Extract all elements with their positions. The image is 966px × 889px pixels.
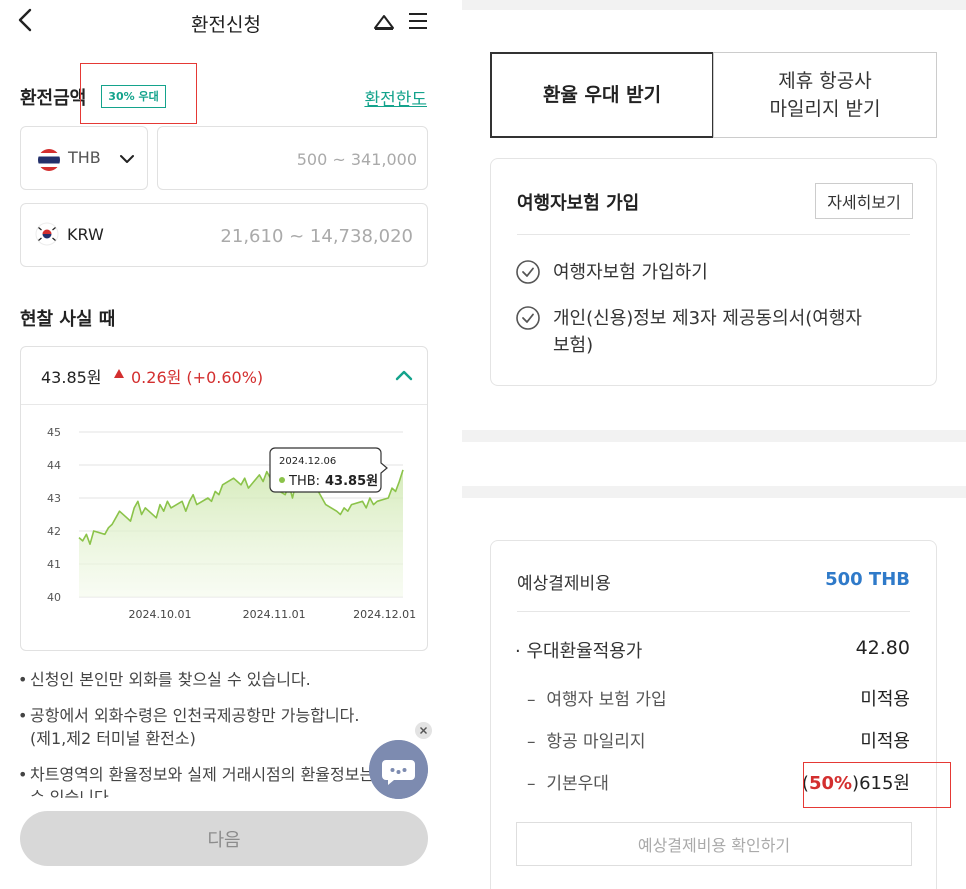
y-tick-label: 45 (47, 426, 61, 439)
estimated-cost-total: 500 THB (825, 569, 910, 590)
exchange-amount-label: 환전금액 (20, 88, 87, 109)
estimated-cost-title: 예상결제비용 (517, 574, 611, 594)
x-tick-label: 2024.12.01 (353, 608, 416, 621)
cost-row: – 항공 마일리지 미적용 (527, 731, 910, 752)
krw-amount-input[interactable] (141, 223, 413, 249)
section-divider (462, 0, 966, 10)
notice-item: 신청인 본인만 외화를 찾으실 수 있습니다. (18, 668, 438, 691)
rate-history-chart: 45 44 43 42 41 40 2024.10.01 2024.11.01 2024.12.… (47, 426, 416, 621)
cash-buy-section-title: 현찰 사실 때 (20, 309, 116, 330)
cost-row: – 여행자 보험 가입 미적용 (527, 689, 910, 710)
next-button[interactable]: 다음 (20, 811, 428, 866)
up-triangle-icon (114, 369, 124, 378)
x-tick-label: 2024.11.01 (243, 608, 306, 621)
y-tick-label: 42 (47, 525, 61, 538)
card-divider (517, 234, 910, 235)
menu-icon[interactable] (406, 9, 430, 33)
section-divider (462, 486, 966, 498)
currency-select[interactable]: THB (20, 126, 148, 190)
check-circle-icon (516, 260, 540, 284)
chatbot-icon[interactable] (369, 740, 428, 799)
tab-rate-benefit[interactable]: 환율 우대 받기 (490, 52, 714, 138)
rate-change: 0.26원 (+0.60%) (131, 368, 264, 387)
tooltip-series-dot (279, 477, 285, 483)
benefit-panel: 환율 우대 받기 제휴 항공사 마일리지 받기 여행자보험 가입 자세히보기 여… (462, 0, 966, 889)
confirm-estimated-cost-button[interactable]: 예상결제비용 확인하기 (516, 822, 912, 866)
highlight-box (80, 63, 197, 124)
y-tick-label: 40 (47, 591, 61, 604)
highlight-box (803, 762, 951, 808)
privacy-consent-checkbox[interactable]: 개인(신용)정보 제3자 제공동의서(여행자보험) (515, 305, 863, 359)
insurance-join-checkbox[interactable]: 여행자보험 가입하기 (515, 259, 863, 286)
foreign-amount-field[interactable] (157, 126, 428, 190)
tab-airline-mileage[interactable]: 제휴 항공사 마일리지 받기 (713, 52, 937, 138)
tooltip-series-label: THB: (288, 474, 320, 489)
tooltip-date: 2024.12.06 (279, 456, 336, 467)
view-details-button[interactable]: 자세히보기 (815, 183, 913, 219)
rate-chart-card: 43.85원 0.26원 (+0.60%) 45 44 43 42 41 40 2024.1… (20, 346, 428, 651)
korea-flag-icon (35, 222, 59, 246)
chevron-down-icon (120, 155, 134, 163)
estimated-cost-card: 예상결제비용 500 THB · 우대환율적용가 42.80 – 여행자 보험 … (490, 540, 951, 889)
y-tick-label: 41 (47, 558, 61, 571)
krw-amount-field[interactable]: KRW (20, 203, 428, 267)
cost-row: · 우대환율적용가 42.80 (515, 637, 910, 662)
y-tick-label: 44 (47, 459, 61, 472)
notice-item: 공항에서 외화수령은 인천국제공항만 가능합니다. (제1,제2 터미널 환전소… (18, 704, 438, 750)
home-icon[interactable] (372, 9, 396, 33)
current-rate: 43.85원 (41, 368, 102, 387)
section-divider (462, 430, 966, 442)
check-circle-icon (516, 306, 540, 330)
currency-code: THB (68, 148, 101, 167)
exchange-limit-link[interactable]: 환전한도 (364, 85, 427, 110)
chatbot-close-icon[interactable] (415, 722, 432, 739)
card-divider (517, 611, 910, 612)
insurance-card: 여행자보험 가입 자세히보기 여행자보험 가입하기 개인(신용)정보 제3자 제… (490, 158, 937, 386)
app-header: 환전신청 (0, 0, 452, 44)
tooltip-value: 43.85원 (325, 474, 378, 489)
panel-gap (452, 0, 462, 889)
x-tick-label: 2024.10.01 (129, 608, 192, 621)
thailand-flag-icon (38, 149, 60, 171)
insurance-title: 여행자보험 가입 (517, 193, 640, 214)
foreign-amount-input[interactable] (168, 147, 417, 171)
chevron-up-icon[interactable] (393, 365, 415, 387)
krw-code: KRW (67, 225, 104, 244)
y-tick-label: 43 (47, 492, 61, 505)
exchange-application-panel: 환전신청 환전금액 30% 우대 환전한도 THB 500 ~ 341,000 … (0, 0, 452, 889)
